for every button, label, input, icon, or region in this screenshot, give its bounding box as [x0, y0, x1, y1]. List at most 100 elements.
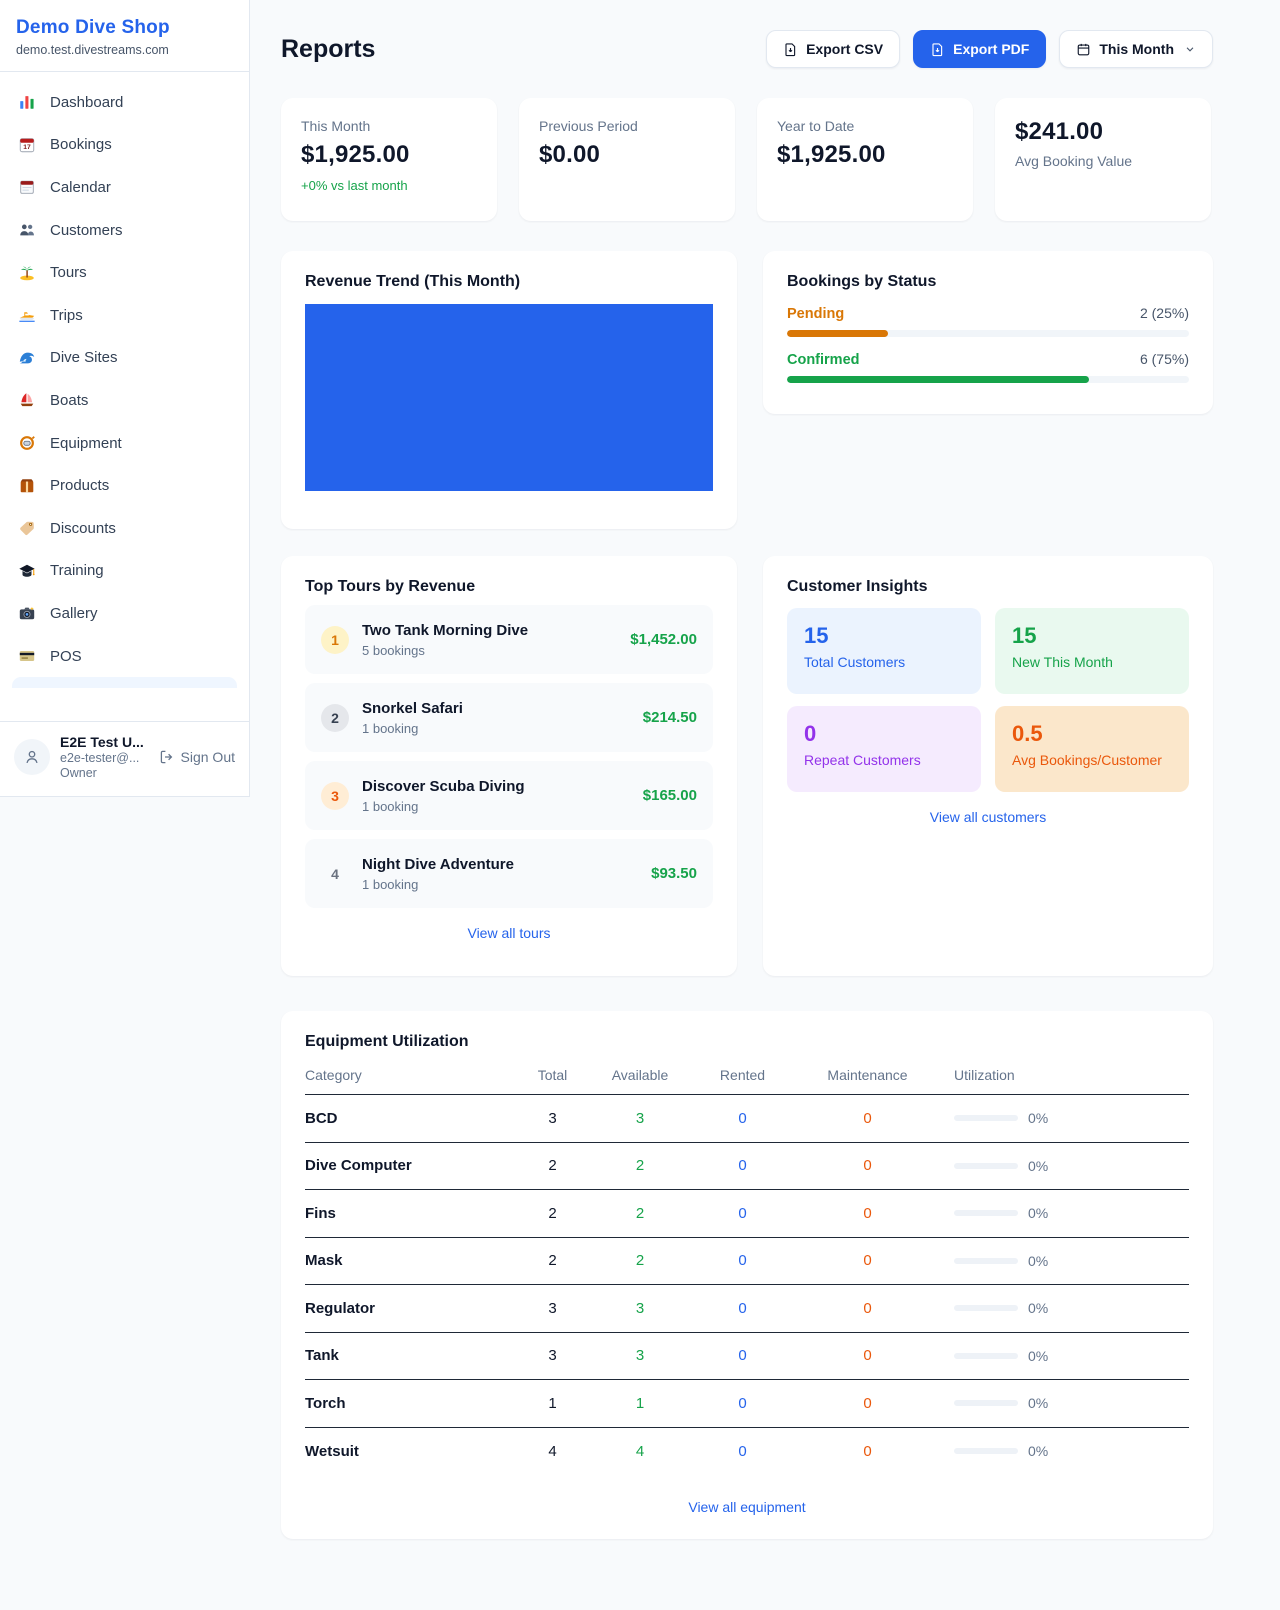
sidebar-item-label: Gallery	[50, 605, 98, 622]
cell-category: Wetsuit	[305, 1443, 520, 1460]
sidebar-item-gallery[interactable]: Gallery	[8, 592, 241, 635]
cell-total: 2	[520, 1252, 585, 1269]
revenue-trend-card: Revenue Trend (This Month)	[281, 251, 737, 529]
tour-list-item[interactable]: 2 Snorkel Safari1 booking $214.50	[305, 683, 713, 752]
cell-category: Mask	[305, 1252, 520, 1269]
table-row: Torch 1 1 0 0 0%	[305, 1380, 1189, 1428]
person-icon	[23, 748, 41, 766]
sidebar-item-reports[interactable]	[12, 677, 237, 688]
insight-value: 15	[804, 623, 964, 649]
cell-available: 2	[585, 1252, 695, 1269]
stat-label: Avg Booking Value	[1015, 153, 1191, 169]
export-csv-button[interactable]: Export CSV	[766, 30, 900, 68]
utilization-percent: 0%	[1028, 1348, 1048, 1364]
view-all-equipment-link[interactable]: View all equipment	[305, 1499, 1189, 1515]
sidebar-item-dive-sites[interactable]: Dive Sites	[8, 337, 241, 380]
status-label: Pending	[787, 306, 844, 322]
cell-total: 4	[520, 1443, 585, 1460]
sidebar-item-dashboard[interactable]: Dashboard	[8, 81, 241, 124]
cell-total: 1	[520, 1395, 585, 1412]
cell-rented: 0	[695, 1347, 790, 1364]
insight-label: Total Customers	[804, 654, 964, 670]
tour-list-item[interactable]: 1 Two Tank Morning Dive5 bookings $1,452…	[305, 605, 713, 674]
revenue-trend-chart	[305, 304, 713, 491]
utilization-bar	[954, 1448, 1018, 1454]
view-all-tours-link[interactable]: View all tours	[305, 925, 713, 941]
sidebar-item-label: Tours	[50, 264, 87, 281]
tour-bookings: 1 booking	[362, 721, 630, 736]
utilization-bar	[954, 1305, 1018, 1311]
sidebar-item-bookings[interactable]: 17 Bookings	[8, 124, 241, 167]
sidebar-item-label: Calendar	[50, 179, 111, 196]
column-header-available: Available	[585, 1067, 695, 1083]
utilization-bar	[954, 1115, 1018, 1121]
stat-value: $241.00	[1015, 118, 1191, 146]
sidebar-item-customers[interactable]: Customers	[8, 209, 241, 252]
insight-value: 15	[1012, 623, 1172, 649]
cell-utilization: 0%	[945, 1110, 1189, 1126]
column-header-maintenance: Maintenance	[790, 1067, 945, 1083]
sidebar-item-products[interactable]: Products	[8, 464, 241, 507]
stat-label: Previous Period	[539, 118, 715, 134]
tour-name: Night Dive Adventure	[362, 856, 514, 873]
page-title: Reports	[281, 35, 375, 64]
reports-page: Demo Dive Shop demo.test.divestreams.com…	[0, 0, 1280, 1610]
insight-tile-total-customers: 15 Total Customers	[787, 608, 981, 694]
sidebar-item-tours[interactable]: Tours	[8, 251, 241, 294]
cell-maintenance: 0	[790, 1157, 945, 1174]
table-row: Tank 3 3 0 0 0%	[305, 1333, 1189, 1381]
utilization-percent: 0%	[1028, 1443, 1048, 1459]
status-progress-fill	[787, 376, 1089, 383]
utilization-percent: 0%	[1028, 1110, 1048, 1126]
rank-badge: 1	[321, 626, 349, 654]
sidebar-item-label: Products	[50, 477, 109, 494]
chevron-down-icon	[1184, 43, 1196, 55]
status-value: 2 (25%)	[1140, 305, 1189, 321]
insight-value: 0	[804, 721, 964, 747]
header-actions: Export CSV Export PDF This Month	[766, 30, 1213, 68]
utilization-percent: 0%	[1028, 1205, 1048, 1221]
status-progress-fill	[787, 330, 888, 337]
sidebar-item-discounts[interactable]: Discounts	[8, 507, 241, 550]
stat-year-to-date: Year to Date $1,925.00	[757, 98, 973, 221]
tour-bookings: 1 booking	[362, 799, 630, 814]
calendar-date-icon: 17	[17, 135, 37, 155]
cell-total: 2	[520, 1205, 585, 1222]
utilization-bar	[954, 1163, 1018, 1169]
cell-available: 3	[585, 1300, 695, 1317]
sidebar-item-equipment[interactable]: Equipment	[8, 422, 241, 465]
user-role: Owner	[60, 766, 149, 780]
sidebar-item-training[interactable]: Training	[8, 550, 241, 593]
cell-category: Regulator	[305, 1300, 520, 1317]
cell-total: 2	[520, 1157, 585, 1174]
tour-list-item[interactable]: 3 Discover Scuba Diving1 booking $165.00	[305, 761, 713, 830]
status-row-pending: Pending 2 (25%)	[787, 305, 1189, 337]
user-meta: E2E Test U... e2e-tester@... Owner	[60, 734, 149, 780]
utilization-bar	[954, 1353, 1018, 1359]
view-all-customers-link[interactable]: View all customers	[787, 809, 1189, 825]
stat-value: $1,925.00	[777, 141, 953, 169]
cell-rented: 0	[695, 1205, 790, 1222]
sidebar-item-calendar[interactable]: Calendar	[8, 166, 241, 209]
user-email: e2e-tester@...	[60, 751, 149, 765]
tour-list-item[interactable]: 4 Night Dive Adventure1 booking $93.50	[305, 839, 713, 908]
stat-label: This Month	[301, 118, 477, 134]
period-dropdown[interactable]: This Month	[1059, 30, 1213, 68]
cell-maintenance: 0	[790, 1347, 945, 1364]
sign-out-button[interactable]: Sign Out	[159, 749, 235, 765]
island-icon	[17, 263, 37, 283]
sidebar-item-trips[interactable]: Trips	[8, 294, 241, 337]
sidebar-item-pos[interactable]: POS	[8, 635, 241, 678]
diving-mask-icon	[17, 433, 37, 453]
status-progress-track	[787, 376, 1189, 383]
credit-card-icon	[17, 646, 37, 666]
top-tours-title: Top Tours by Revenue	[305, 578, 713, 596]
sidebar-item-boats[interactable]: Boats	[8, 379, 241, 422]
insight-label: Avg Bookings/Customer	[1012, 752, 1172, 768]
cell-rented: 0	[695, 1395, 790, 1412]
cell-maintenance: 0	[790, 1252, 945, 1269]
sidebar: Demo Dive Shop demo.test.divestreams.com…	[0, 0, 250, 797]
export-pdf-button[interactable]: Export PDF	[913, 30, 1046, 68]
camera-icon	[17, 603, 37, 623]
rank-badge: 2	[321, 704, 349, 732]
